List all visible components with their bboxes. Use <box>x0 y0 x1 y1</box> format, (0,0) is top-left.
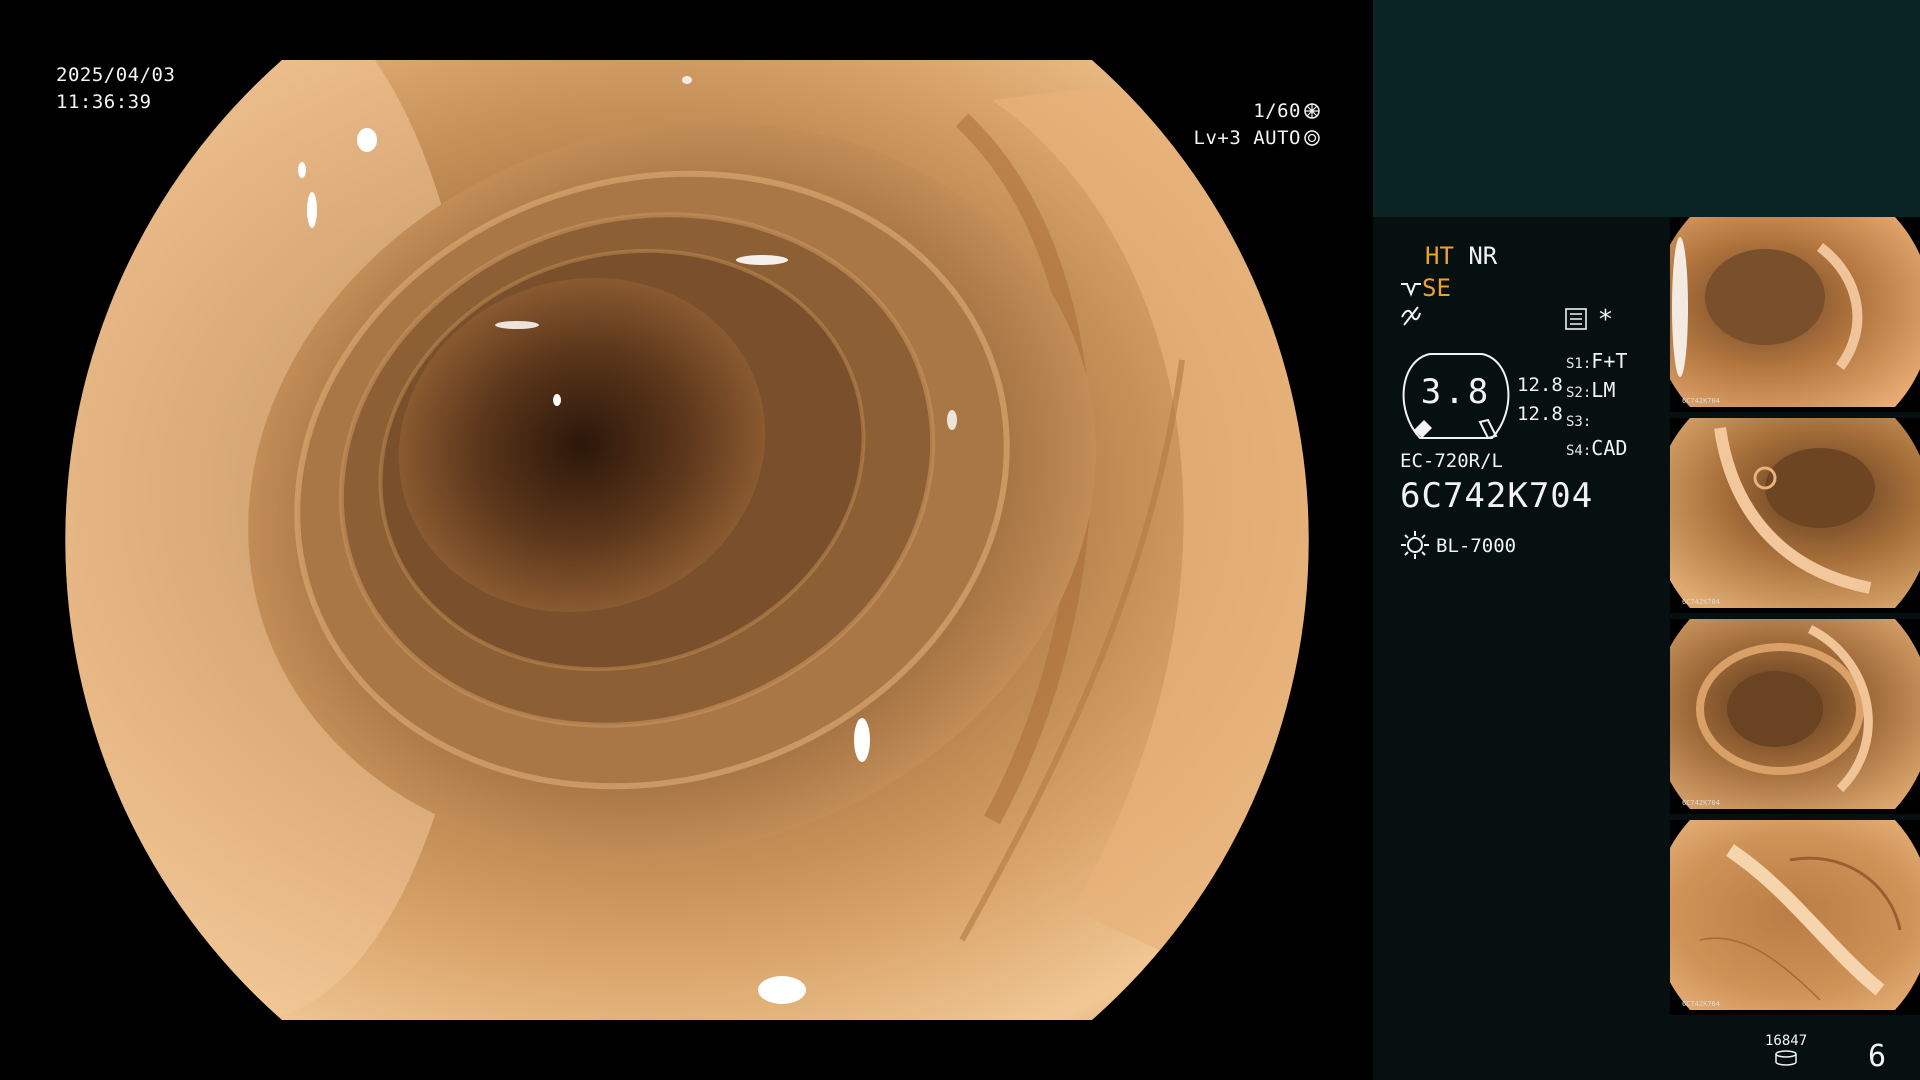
scope-model: EC-720R/L <box>1400 450 1503 472</box>
thumbnail-image <box>1670 217 1920 407</box>
captured-thumbnail[interactable]: 6C742K704 <box>1670 418 1920 613</box>
captured-thumbnail[interactable]: 6C742K704 <box>1670 619 1920 814</box>
scope-serial: 6C742K704 <box>1400 476 1594 516</box>
magnification-value: 3.8 <box>1420 372 1492 412</box>
shutter-icon <box>1304 103 1320 119</box>
light-source-icon <box>1401 531 1429 559</box>
thumbnail-image <box>1670 820 1920 1010</box>
level-row: Lv+3 AUTO <box>1194 125 1320 152</box>
shutter-speed: 1/60 <box>1253 100 1301 122</box>
shutter-row: 1/60 <box>1194 98 1320 125</box>
thumbnail-image <box>1670 418 1920 608</box>
storage-disk-icon <box>1775 1050 1797 1066</box>
switch-row: S3: <box>1566 414 1592 430</box>
light-source-model: BL-7000 <box>1436 535 1517 557</box>
structure-enhance-icon <box>1401 283 1421 297</box>
patient-info-area <box>1373 0 1920 217</box>
switch-row: S4:CAD <box>1566 436 1628 460</box>
asterisk-marker: * <box>1599 305 1612 335</box>
image-mode-row: HT NR <box>1425 242 1497 270</box>
captured-thumbnail[interactable]: 6C742K704 <box>1670 217 1920 412</box>
endoscopy-monitor: 2025/04/03 11:36:39 1/60 Lv+3 AUTO HT NR… <box>0 0 1920 1080</box>
color-enhance-icon <box>1401 306 1421 326</box>
record-count: 16847 <box>1765 1033 1808 1049</box>
scale-bottom: 12.8 <box>1517 403 1563 425</box>
iris-icon <box>1304 130 1320 146</box>
scale-values: 12.8 12.8 <box>1517 371 1563 429</box>
exposure-mode: AUTO <box>1253 127 1301 149</box>
se-mode: SE <box>1422 274 1451 302</box>
exposure-settings: 1/60 Lv+3 AUTO <box>1194 98 1320 152</box>
nr-mode: NR <box>1468 242 1498 270</box>
thumbnail-caption: 6C742K704 <box>1682 799 1720 807</box>
light-source-row: BL-7000 <box>1400 530 1516 561</box>
switch-row: S2:LM <box>1566 378 1616 402</box>
capture-datetime: 2025/04/03 11:36:39 <box>56 62 175 116</box>
scope-switch-list: S1:F+T S2:LM S3: S4:CAD <box>1566 348 1627 464</box>
captured-thumbnail[interactable]: 6C742K704 <box>1670 820 1920 1015</box>
enhancement-row: SE <box>1400 274 1451 302</box>
captured-image-count: 6 <box>1868 1039 1887 1074</box>
thumbnail-caption: 6C742K704 <box>1682 1000 1720 1008</box>
endoscope-live-view <box>62 60 1312 1020</box>
settings-list-icon <box>1565 308 1587 330</box>
capture-time: 11:36:39 <box>56 91 152 113</box>
thumbnail-image <box>1670 619 1920 809</box>
color-row <box>1400 305 1422 333</box>
ht-mode: HT <box>1425 242 1454 270</box>
brightness-level: Lv+3 <box>1193 127 1242 149</box>
thumbnail-caption: 6C742K704 <box>1682 397 1720 405</box>
switch-row: S1:F+T <box>1566 349 1628 373</box>
scale-top: 12.8 <box>1517 374 1563 396</box>
thumbnail-caption: 6C742K704 <box>1682 598 1720 606</box>
capture-date: 2025/04/03 <box>56 64 176 86</box>
